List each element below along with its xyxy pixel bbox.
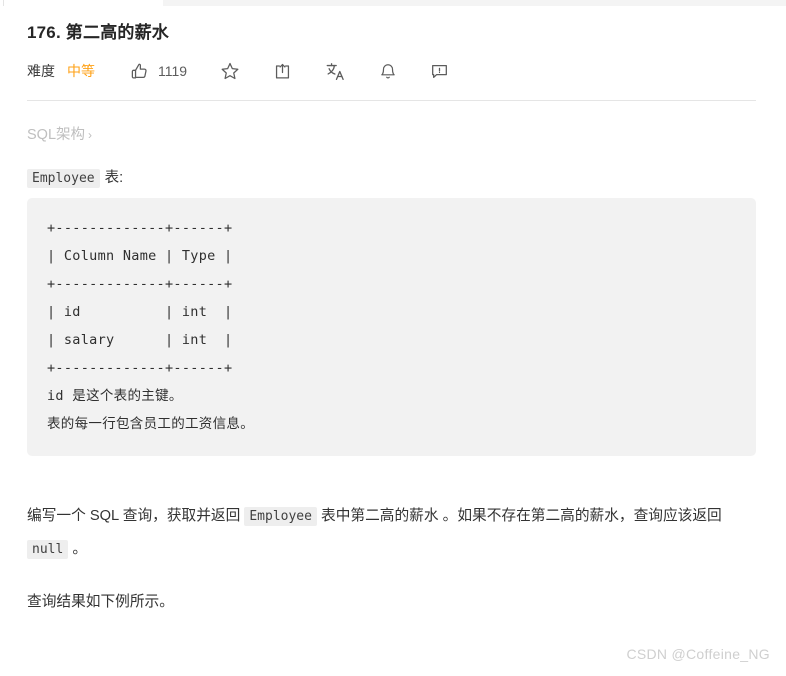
schema-note-row-meaning: 表的每一行包含员工的工资信息。	[47, 416, 254, 433]
description-code-null: null	[27, 540, 69, 560]
problem-page: 176. 第二高的薪水 难度 中等 1119 SQL架构 › Employee …	[0, 6, 786, 676]
like-count: 1119	[158, 63, 188, 80]
description-code-employee: Employee	[244, 507, 317, 527]
difficulty-value: 中等	[67, 63, 95, 80]
bell-icon	[379, 62, 397, 81]
star-icon	[220, 61, 240, 81]
feedback-icon	[430, 62, 449, 81]
page-title: 176. 第二高的薪水	[27, 23, 170, 42]
feedback-button[interactable]	[430, 62, 449, 81]
schema-table-caption: Employee 表:	[27, 166, 756, 189]
translate-button[interactable]	[325, 61, 346, 82]
breadcrumb[interactable]: SQL架构 ›	[27, 123, 92, 144]
problem-description: 编写一个 SQL 查询，获取并返回 Employee 表中第二高的薪水 。如果不…	[27, 500, 756, 566]
employee-code-chip: Employee	[27, 169, 100, 189]
translate-icon	[325, 61, 346, 82]
problem-meta-row: 难度 中等 1119	[27, 58, 756, 84]
share-button[interactable]	[273, 62, 292, 81]
content-container: 176. 第二高的薪水 难度 中等 1119 SQL架构 › Employee …	[0, 6, 786, 618]
watermark: CSDN @Coffeine_NG	[626, 646, 770, 662]
example-intro-text: 查询结果如下例所示。	[27, 594, 174, 611]
schema-caption-suffix: 表:	[104, 170, 124, 187]
like-button[interactable]: 1119	[130, 62, 187, 81]
description-part-3: 。	[68, 541, 88, 558]
chevron-right-icon: ›	[88, 128, 93, 143]
header-divider	[27, 100, 756, 102]
schema-ascii-table: +-------------+------+ | Column Name | T…	[47, 220, 233, 377]
schema-note-primary-key: id 是这个表的主键。	[47, 388, 183, 405]
description-part-1: 编写一个 SQL 查询，获取并返回	[27, 508, 245, 525]
favorite-button[interactable]	[220, 61, 240, 81]
notification-button[interactable]	[379, 62, 397, 81]
description-part-2: 表中第二高的薪水 。如果不存在第二高的薪水，查询应该返回	[316, 508, 722, 525]
thumbs-up-icon	[130, 62, 149, 81]
share-icon	[273, 62, 292, 81]
difficulty-label: 难度	[27, 63, 55, 80]
breadcrumb-label: SQL架构	[27, 127, 86, 144]
schema-code-block: +-------------+------+ | Column Name | T…	[27, 198, 756, 457]
